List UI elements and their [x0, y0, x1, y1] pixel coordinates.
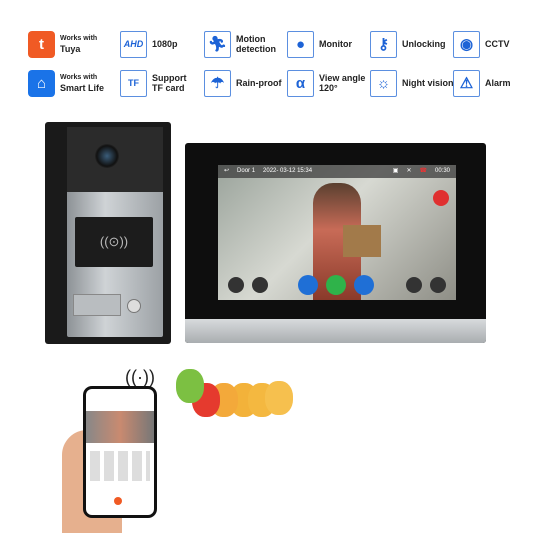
- unlock-button[interactable]: [298, 275, 318, 295]
- feature-monitor: ● Monitor: [287, 30, 352, 58]
- datetime-label: 2022- 03-12 15:34: [263, 168, 313, 174]
- video-button[interactable]: [406, 277, 422, 293]
- rfid-key-tags: [170, 365, 305, 425]
- feature-label: Alarm: [485, 78, 511, 88]
- feature-label: Monitor: [319, 39, 352, 49]
- camera-lens: [95, 144, 119, 168]
- mute-icon[interactable]: ✕: [406, 165, 411, 178]
- feature-smart-life: ⌂ Works with Smart Life: [28, 69, 104, 97]
- feature-label: Night vision: [402, 78, 454, 88]
- feature-label: Smart Life: [60, 83, 105, 93]
- record-button[interactable]: [228, 277, 244, 293]
- feature-night-vision: ☼ Night vision: [370, 69, 454, 97]
- view-angle-icon: α: [287, 69, 314, 97]
- feature-rain-proof: ☂ Rain-proof: [204, 69, 282, 97]
- feature-tf-card: TF Support TF card: [120, 69, 192, 97]
- feature-label: Unlocking: [402, 39, 446, 49]
- sun-icon: ☼: [370, 69, 397, 97]
- outdoor-doorbell-unit: ((⊙)): [45, 122, 171, 344]
- snapshot-icon[interactable]: ▣: [393, 165, 399, 178]
- person-icon: ●: [287, 30, 314, 58]
- back-icon[interactable]: ↩: [224, 165, 229, 178]
- card-reader-panel: ((⊙)): [75, 217, 153, 267]
- app-record-button[interactable]: [114, 497, 122, 505]
- indoor-monitor: ↩ Door 1 2022- 03-12 15:34 ▣ ✕ ☎ 00:30: [185, 143, 486, 343]
- feature-1080p: AHD 1080p: [120, 30, 178, 58]
- monitor-screen: ↩ Door 1 2022- 03-12 15:34 ▣ ✕ ☎ 00:30: [218, 165, 456, 300]
- door-label: Door 1: [237, 168, 256, 174]
- smartphone: [83, 386, 157, 518]
- app-video-feed: [86, 411, 154, 443]
- feature-label: CCTV: [485, 39, 510, 49]
- feature-unlocking: ⚷ Unlocking: [370, 30, 446, 58]
- feature-label: Motion detection: [236, 34, 277, 54]
- smart-life-logo-icon: ⌂: [28, 69, 55, 97]
- feature-small: Works with: [60, 74, 98, 81]
- wifi-icon: ((·)): [125, 367, 155, 387]
- feature-alarm: ⚠ Alarm: [453, 69, 511, 97]
- feature-label: Support TF card: [152, 73, 187, 93]
- camera-button[interactable]: [430, 277, 446, 293]
- umbrella-rain-icon: ☂: [204, 69, 231, 97]
- feature-motion: 🏃︎ Motion detection: [204, 30, 281, 58]
- alarm-icon[interactable]: ☎: [420, 165, 427, 178]
- feature-tuya: t Works with Tuya: [28, 30, 97, 58]
- feature-label: Tuya: [60, 44, 81, 54]
- siren-button[interactable]: [433, 190, 449, 206]
- name-plate: [73, 294, 121, 316]
- alarm-light-icon: ⚠: [453, 69, 480, 97]
- feature-cctv: ◉ CCTV: [453, 30, 510, 58]
- package-box: [343, 225, 381, 257]
- feature-label: View angle 120°: [319, 73, 366, 93]
- call-timer: 00:30: [434, 168, 450, 174]
- key-icon: ⚷: [370, 30, 397, 58]
- ahd-icon: AHD: [120, 30, 147, 58]
- running-man-icon: 🏃︎: [204, 30, 231, 58]
- call-button[interactable]: [127, 299, 141, 313]
- feature-view-angle: α View angle 120°: [287, 69, 367, 97]
- door-unlock-button[interactable]: [354, 275, 374, 295]
- feature-small: Works with: [60, 35, 98, 42]
- cctv-camera-icon: ◉: [453, 30, 480, 58]
- tuya-logo-icon: t: [28, 30, 55, 58]
- tf-card-icon: TF: [120, 69, 147, 97]
- cctv-button[interactable]: [252, 277, 268, 293]
- feature-label: Rain-proof: [236, 78, 282, 88]
- answer-call-button[interactable]: [326, 275, 346, 295]
- feature-label: 1080p: [152, 39, 178, 49]
